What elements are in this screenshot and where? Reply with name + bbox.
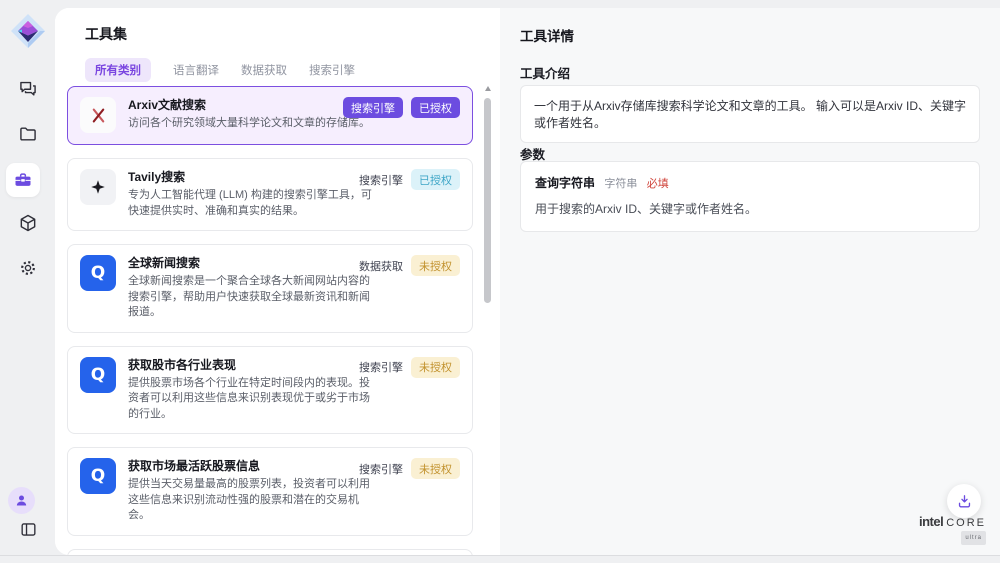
- intel-core-logo: intel CORE ultra: [919, 516, 986, 545]
- app-logo-icon: [9, 12, 47, 50]
- tab-search-engine[interactable]: 搜索引擎: [309, 62, 355, 78]
- details-title: 工具详情: [520, 25, 574, 45]
- tool-title: 获取股市各行业表现: [128, 357, 378, 374]
- tab-data-fetch[interactable]: 数据获取: [241, 62, 287, 78]
- panel-toggle-icon[interactable]: [17, 518, 39, 540]
- category-label: 搜索引擎: [359, 359, 403, 375]
- list-scrollbar[interactable]: [484, 86, 492, 549]
- intro-heading: 工具介绍: [520, 63, 570, 82]
- parameter-box: 查询字符串 字符串 必填 用于搜索的Arxiv ID、关键字或作者姓名。: [520, 161, 980, 232]
- tool-title: 获取市场最活跃股票信息: [128, 458, 378, 475]
- scrollbar-up-arrow-icon[interactable]: [485, 86, 491, 91]
- status-badge: 未授权: [411, 458, 460, 479]
- tool-description: 全球新闻搜索是一个聚合全球各大新闻网站内容的搜索引擎，帮助用户快速获取全球最新资…: [128, 274, 378, 321]
- tool-card-arxiv[interactable]: Arxiv文献搜索 访问各个研究领域大量科学论文和文章的存储库。 搜索引擎 已授…: [67, 86, 473, 145]
- category-tabs: 所有类别 语言翻译 数据获取 搜索引擎: [85, 58, 355, 82]
- tool-card-list: Arxiv文献搜索 访问各个研究领域大量科学论文和文章的存储库。 搜索引擎 已授…: [67, 86, 473, 555]
- quark-q-icon: Q: [80, 255, 116, 291]
- tab-all-categories[interactable]: 所有类别: [85, 58, 151, 82]
- category-badge: 搜索引擎: [343, 97, 403, 118]
- tool-title: Arxiv文献搜索: [128, 97, 370, 114]
- icon-rail: [0, 0, 55, 563]
- quark-q-icon: Q: [80, 458, 116, 494]
- tool-card-most-active-stocks[interactable]: Q 获取市场最活跃股票信息 提供当天交易量最高的股票列表，投资者可以利用这些信息…: [67, 447, 473, 536]
- category-label: 数据获取: [359, 258, 403, 274]
- download-icon: [956, 493, 973, 510]
- settings-gear-icon[interactable]: [17, 257, 39, 279]
- cube-icon[interactable]: [17, 212, 39, 234]
- status-badge: 未授权: [411, 357, 460, 378]
- tool-card-global-news[interactable]: Q 全球新闻搜索 全球新闻搜索是一个聚合全球各大新闻网站内容的搜索引擎，帮助用户…: [67, 244, 473, 333]
- intro-text-box: 一个用于从Arxiv存储库搜索科学论文和文章的工具。 输入可以是Arxiv ID…: [520, 85, 980, 143]
- param-name: 查询字符串: [535, 176, 595, 190]
- tool-card-tavily[interactable]: Tavily搜索 专为人工智能代理 (LLM) 构建的搜索引擎工具，可快速提供实…: [67, 158, 473, 231]
- scrollbar-thumb[interactable]: [484, 98, 491, 303]
- param-required-flag: 必填: [647, 178, 669, 190]
- intro-text: 一个用于从Arxiv存储库搜索科学论文和文章的工具。 输入可以是Arxiv ID…: [534, 99, 966, 130]
- tool-details-pane: 工具详情 工具介绍 一个用于从Arxiv存储库搜索科学论文和文章的工具。 输入可…: [500, 8, 1000, 555]
- param-type: 字符串: [604, 178, 637, 190]
- folder-icon[interactable]: [17, 123, 39, 145]
- sidebar-item-toolbox[interactable]: [6, 163, 40, 197]
- quark-q-icon: Q: [80, 357, 116, 393]
- tab-language-translation[interactable]: 语言翻译: [173, 62, 219, 78]
- tool-description: 专为人工智能代理 (LLM) 构建的搜索引擎工具，可快速提供实时、准确和真实的结…: [128, 188, 378, 219]
- category-label: 搜索引擎: [359, 461, 403, 477]
- tool-description: 提供股票市场各个行业在特定时间段内的表现。投资者可以利用这些信息来识别表现优于或…: [128, 376, 378, 423]
- tool-title: Tavily搜索: [128, 169, 378, 186]
- status-badge: 已授权: [411, 97, 460, 118]
- page-title: 工具集: [85, 24, 127, 44]
- arxiv-icon: [80, 97, 116, 133]
- chat-icon[interactable]: [17, 77, 39, 99]
- person-icon: [14, 493, 29, 508]
- toolbox-icon: [13, 170, 33, 190]
- intel-tier-badge: ultra: [961, 531, 986, 545]
- download-button[interactable]: [947, 484, 981, 518]
- status-badge: 已授权: [411, 169, 460, 190]
- tool-card-sector-performance[interactable]: Q 获取股市各行业表现 提供股票市场各个行业在特定时间段内的表现。投资者可以利用…: [67, 346, 473, 435]
- window-bottom-edge: [0, 555, 1000, 556]
- tool-description: 提供当天交易量最高的股票列表，投资者可以利用这些信息来识别流动性强的股票和潜在的…: [128, 477, 378, 524]
- category-label: 搜索引擎: [359, 172, 403, 188]
- tool-description: 访问各个研究领域大量科学论文和文章的存储库。: [128, 116, 370, 132]
- status-badge: 未授权: [411, 255, 460, 276]
- main-window: 工具集 所有类别 语言翻译 数据获取 搜索引擎 Arxiv文献搜索 访问各个研究…: [55, 8, 1000, 555]
- user-avatar[interactable]: [8, 487, 35, 514]
- tool-title: 全球新闻搜索: [128, 255, 378, 272]
- param-description: 用于搜索的Arxiv ID、关键字或作者姓名。: [535, 200, 965, 217]
- tavily-star-icon: [80, 169, 116, 205]
- tool-list-pane: 工具集 所有类别 语言翻译 数据获取 搜索引擎 Arxiv文献搜索 访问各个研究…: [55, 8, 500, 555]
